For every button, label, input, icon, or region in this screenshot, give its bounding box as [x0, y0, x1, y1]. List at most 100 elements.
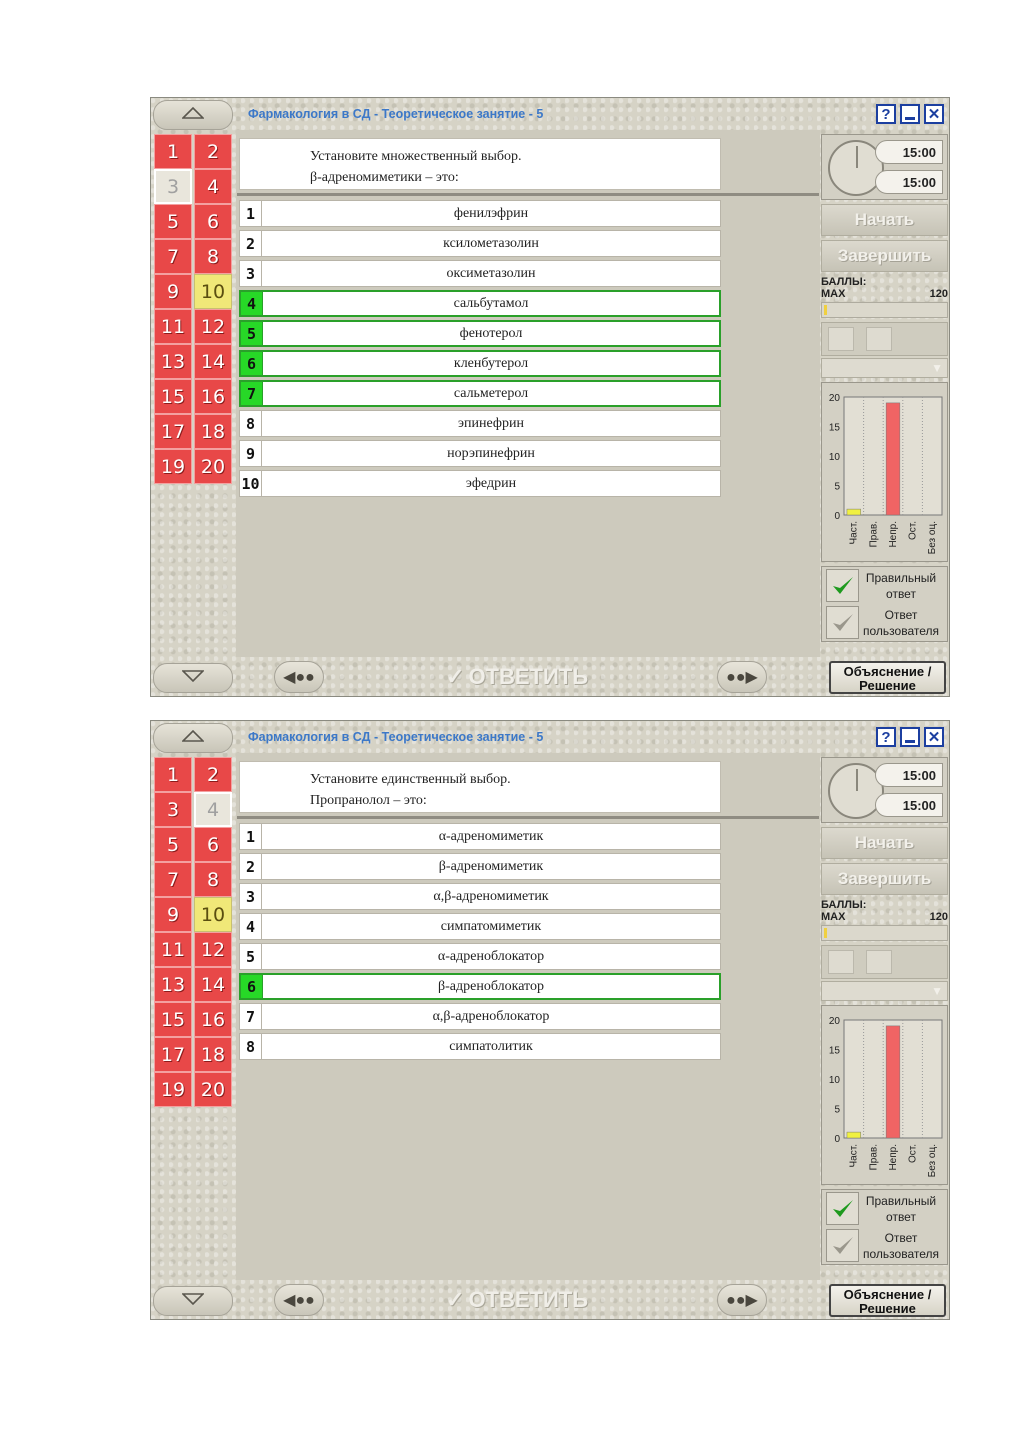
answer-legend: Правильный ответ Ответ пользователя	[821, 566, 948, 642]
question-number-9[interactable]: 9	[154, 897, 192, 932]
answer-option[interactable]: 3 оксиметазолин	[239, 260, 721, 287]
question-number-10[interactable]: 10	[194, 274, 232, 309]
question-number-14[interactable]: 14	[194, 967, 232, 1002]
score-max-label: MAX	[821, 911, 846, 923]
answer-option[interactable]: 5 α-адреноблокатор	[239, 943, 721, 970]
scroll-up-button[interactable]	[153, 100, 233, 130]
help-button[interactable]: ?	[876, 727, 896, 747]
answer-option[interactable]: 8 симпатолитик	[239, 1033, 721, 1060]
question-number-6[interactable]: 6	[194, 204, 232, 239]
minimize-button[interactable]	[900, 727, 920, 747]
answer-button[interactable]: ✓ ОТВЕТИТЬ	[446, 663, 588, 691]
question-number-7[interactable]: 7	[154, 862, 192, 897]
answer-option[interactable]: 10 эфедрин	[239, 470, 721, 497]
question-number-13[interactable]: 13	[154, 967, 192, 1002]
next-question-button[interactable]: ●●▶	[717, 661, 767, 693]
question-number-8[interactable]: 8	[194, 862, 232, 897]
question-number-10[interactable]: 10	[194, 897, 232, 932]
close-button[interactable]: ✕	[924, 727, 944, 747]
next-question-button[interactable]: ●●▶	[717, 1284, 767, 1316]
answer-option[interactable]: 2 ксилометазолин	[239, 230, 721, 257]
question-number-12[interactable]: 12	[194, 932, 232, 967]
answer-option[interactable]: 4 сальбутамол	[239, 290, 721, 317]
answer-option[interactable]: 7 α,β-адреноблокатор	[239, 1003, 721, 1030]
question-number-7[interactable]: 7	[154, 239, 192, 274]
question-number-17[interactable]: 17	[154, 1037, 192, 1072]
question-number-14[interactable]: 14	[194, 344, 232, 379]
timer-total: 15:00	[875, 763, 943, 787]
question-number-4[interactable]: 4	[194, 169, 232, 204]
answer-number: 4	[241, 292, 263, 315]
scroll-up-button[interactable]	[153, 723, 233, 753]
answer-option[interactable]: 8 эпинефрин	[239, 410, 721, 437]
check-user-icon	[826, 606, 859, 639]
score-label-block: БАЛЛЫ: MAX 120	[821, 899, 948, 923]
filter-dropdown[interactable]	[821, 358, 948, 378]
paste-icon[interactable]	[866, 327, 892, 351]
question-number-2[interactable]: 2	[194, 134, 232, 169]
question-number-6[interactable]: 6	[194, 827, 232, 862]
question-number-5[interactable]: 5	[154, 204, 192, 239]
start-button[interactable]: Начать	[821, 827, 948, 859]
question-number-1[interactable]: 1	[154, 757, 192, 792]
question-number-9[interactable]: 9	[154, 274, 192, 309]
filter-dropdown[interactable]	[821, 981, 948, 1001]
explanation-button[interactable]: Объяснение / Решение	[829, 661, 946, 694]
question-number-20[interactable]: 20	[194, 1072, 232, 1107]
finish-button[interactable]: Завершить	[821, 240, 948, 272]
question-number-16[interactable]: 16	[194, 379, 232, 414]
question-number-18[interactable]: 18	[194, 1037, 232, 1072]
question-number-20[interactable]: 20	[194, 449, 232, 484]
answer-option[interactable]: 5 фенотерол	[239, 320, 721, 347]
close-button[interactable]: ✕	[924, 104, 944, 124]
answer-text: ксилометазолин	[443, 235, 539, 251]
answer-option[interactable]: 6 β-адреноблокатор	[239, 973, 721, 1000]
copy-icon[interactable]	[828, 327, 854, 351]
answer-number: 1	[240, 824, 262, 849]
question-number-11[interactable]: 11	[154, 309, 192, 344]
answer-option[interactable]: 2 β-адреномиметик	[239, 853, 721, 880]
answer-option[interactable]: 9 норэпинефрин	[239, 440, 721, 467]
question-number-4[interactable]: 4	[194, 792, 232, 827]
divider	[237, 193, 819, 196]
question-number-17[interactable]: 17	[154, 414, 192, 449]
previous-question-button[interactable]: ◀●●	[274, 661, 324, 693]
question-number-13[interactable]: 13	[154, 344, 192, 379]
score-max-row: MAX 120	[821, 288, 948, 300]
score-label: БАЛЛЫ:	[821, 276, 867, 288]
minimize-button[interactable]	[900, 104, 920, 124]
paste-icon[interactable]	[866, 950, 892, 974]
tool-icons	[821, 322, 948, 356]
question-number-15[interactable]: 15	[154, 379, 192, 414]
answer-button[interactable]: ✓ ОТВЕТИТЬ	[446, 1286, 588, 1314]
question-number-16[interactable]: 16	[194, 1002, 232, 1037]
question-number-5[interactable]: 5	[154, 827, 192, 862]
question-number-19[interactable]: 19	[154, 1072, 192, 1107]
question-number-12[interactable]: 12	[194, 309, 232, 344]
legend-correct-line2: ответ	[886, 586, 916, 601]
answer-option[interactable]: 6 кленбутерол	[239, 350, 721, 377]
finish-button[interactable]: Завершить	[821, 863, 948, 895]
explanation-button[interactable]: Объяснение / Решение	[829, 1284, 946, 1317]
question-number-19[interactable]: 19	[154, 449, 192, 484]
start-button[interactable]: Начать	[821, 204, 948, 236]
answer-option[interactable]: 3 α,β-адреномиметик	[239, 883, 721, 910]
answer-option[interactable]: 4 симпатомиметик	[239, 913, 721, 940]
question-number-8[interactable]: 8	[194, 239, 232, 274]
question-number-3[interactable]: 3	[154, 169, 192, 204]
answer-option[interactable]: 1 α-адреномиметик	[239, 823, 721, 850]
question-number-18[interactable]: 18	[194, 414, 232, 449]
answer-option[interactable]: 1 фенилэфрин	[239, 200, 721, 227]
copy-icon[interactable]	[828, 950, 854, 974]
question-number-2[interactable]: 2	[194, 757, 232, 792]
scroll-down-button[interactable]	[153, 1286, 233, 1316]
answer-option[interactable]: 7 сальметерол	[239, 380, 721, 407]
question-number-1[interactable]: 1	[154, 134, 192, 169]
question-number-15[interactable]: 15	[154, 1002, 192, 1037]
previous-question-button[interactable]: ◀●●	[274, 1284, 324, 1316]
question-number-3[interactable]: 3	[154, 792, 192, 827]
scroll-down-button[interactable]	[153, 663, 233, 693]
help-button[interactable]: ?	[876, 104, 896, 124]
question-number-11[interactable]: 11	[154, 932, 192, 967]
question-text: Установите множественный выбор. β-адреном…	[239, 138, 721, 190]
